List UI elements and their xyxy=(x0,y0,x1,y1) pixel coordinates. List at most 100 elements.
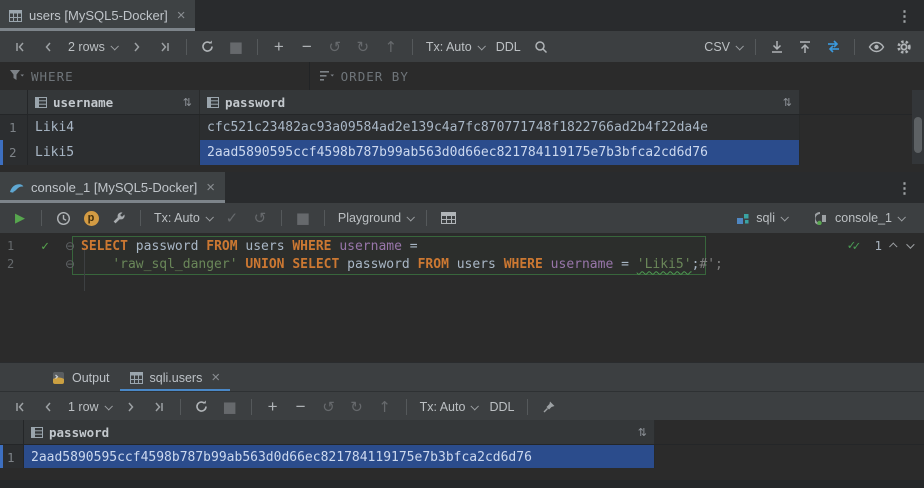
chevron-down-icon xyxy=(110,42,118,50)
sql-token: FROM xyxy=(206,239,237,254)
sql-token: 'raw_sql_danger' xyxy=(112,257,237,272)
row-count-select[interactable]: 1 row xyxy=(68,400,111,414)
revert-icon[interactable]: ↻ xyxy=(353,36,373,58)
settings-gear-icon[interactable] xyxy=(894,36,914,58)
submit-icon[interactable]: ↑ xyxy=(381,36,401,58)
import-upload-icon[interactable] xyxy=(795,36,815,58)
first-page-icon[interactable] xyxy=(10,396,30,418)
order-by-field[interactable]: ORDER BY xyxy=(310,69,419,84)
tab-output[interactable]: Output xyxy=(42,363,120,392)
first-page-icon[interactable] xyxy=(10,36,30,58)
undo-icon[interactable]: ↺ xyxy=(325,36,345,58)
close-icon[interactable]: × xyxy=(211,370,220,385)
table-row[interactable]: 2 Liki5 2aad5890595ccf4598b787b99ab563d0… xyxy=(0,140,924,165)
cell-password-selected[interactable]: 2aad5890595ccf4598b787b99ab563d0d66ec821… xyxy=(200,140,800,165)
cell-username[interactable]: Liki5 xyxy=(28,140,200,165)
ddl-button[interactable]: DDL xyxy=(496,40,521,54)
sql-line-2[interactable]: 2 ⊖ 'raw_sql_danger' UNION SELECT passwo… xyxy=(0,255,723,273)
table-row[interactable]: 1 Liki4 cfc521c23482ac93a09584ad2e139c4a… xyxy=(0,115,924,140)
rollback-icon[interactable]: ↺ xyxy=(250,207,270,229)
more-options-icon[interactable]: ⋮ xyxy=(885,179,924,197)
playground-mode-select[interactable]: Playground xyxy=(338,211,413,225)
session-select[interactable]: console_1 xyxy=(815,211,904,225)
fold-marker-icon[interactable]: ⊖ xyxy=(59,257,81,271)
tab-console-1[interactable]: console_1 [MySQL5-Docker] × xyxy=(0,172,225,203)
undo-icon[interactable]: ↺ xyxy=(319,396,339,418)
delete-row-icon[interactable]: − xyxy=(297,36,317,58)
sql-token: WHERE xyxy=(504,257,543,272)
refresh-icon[interactable] xyxy=(192,396,212,418)
bottom-result-grid: password ⇅ 1 2aad5890595ccf4598b787b99ab… xyxy=(0,420,924,468)
stop-icon[interactable]: ■ xyxy=(293,207,313,229)
previous-page-icon[interactable] xyxy=(38,396,58,418)
add-row-icon[interactable]: + xyxy=(263,396,283,418)
sort-toggle-icon[interactable]: ⇅ xyxy=(638,426,647,439)
fold-marker-icon[interactable]: ⊖ xyxy=(59,239,81,253)
commit-check-icon[interactable]: ✓ xyxy=(222,207,242,229)
view-options-eye-icon[interactable] xyxy=(866,36,886,58)
next-page-icon[interactable] xyxy=(127,36,147,58)
next-result-icon[interactable] xyxy=(906,240,914,248)
next-page-icon[interactable] xyxy=(121,396,141,418)
stop-icon[interactable]: ■ xyxy=(220,396,240,418)
more-options-icon[interactable]: ⋮ xyxy=(885,7,924,25)
tx-mode-select[interactable]: Tx: Auto xyxy=(420,400,478,414)
session-icon xyxy=(815,212,829,225)
chevron-down-icon xyxy=(205,213,213,221)
execute-play-icon[interactable]: ▶ xyxy=(10,207,30,229)
search-icon[interactable] xyxy=(531,36,551,58)
tx-mode-select[interactable]: Tx: Auto xyxy=(154,211,212,225)
export-download-icon[interactable] xyxy=(767,36,787,58)
stop-icon[interactable]: ■ xyxy=(226,36,246,58)
sort-lines-icon xyxy=(320,70,334,82)
sort-toggle-icon[interactable]: ⇅ xyxy=(183,96,192,109)
tx-mode-select[interactable]: Tx: Auto xyxy=(426,40,484,54)
inspection-widget[interactable]: ✓✓ 1 xyxy=(847,238,912,253)
row-filler xyxy=(800,140,924,165)
scrollbar-thumb[interactable] xyxy=(914,117,922,153)
sql-editor[interactable]: 1 ✓ ⊖ SELECT password FROM users WHERE u… xyxy=(0,233,924,362)
previous-page-icon[interactable] xyxy=(38,36,58,58)
tab-sqli-users-result[interactable]: sqli.users × xyxy=(120,363,231,392)
wrench-settings-icon[interactable] xyxy=(109,207,129,229)
result-view-table-icon[interactable] xyxy=(438,207,458,229)
previous-result-icon[interactable] xyxy=(889,242,897,250)
vertical-scrollbar[interactable] xyxy=(912,90,924,164)
cell-username[interactable]: Liki4 xyxy=(28,115,200,140)
sql-line-1[interactable]: 1 ✓ ⊖ SELECT password FROM users WHERE u… xyxy=(0,237,418,255)
close-icon[interactable]: × xyxy=(177,8,186,23)
cell-password-selected[interactable]: 2aad5890595ccf4598b787b99ab563d0d66ec821… xyxy=(24,445,655,469)
top-editor-tabbar: users [MySQL5-Docker] × ⋮ xyxy=(0,0,924,32)
tab-users-table[interactable]: users [MySQL5-Docker] × xyxy=(0,0,195,31)
last-page-icon[interactable] xyxy=(155,36,175,58)
table-row[interactable]: 1 2aad5890595ccf4598b787b99ab563d0d66ec8… xyxy=(0,445,924,469)
schema-select[interactable]: sqli xyxy=(736,211,787,225)
row-count-select[interactable]: 2 rows xyxy=(68,40,117,54)
export-format-select[interactable]: CSV xyxy=(704,40,742,54)
column-header-username[interactable]: username ⇅ xyxy=(28,90,200,114)
sort-toggle-icon[interactable]: ⇅ xyxy=(783,96,792,109)
compare-icon[interactable] xyxy=(823,36,843,58)
refresh-icon[interactable] xyxy=(198,36,218,58)
submit-icon[interactable]: ↑ xyxy=(375,396,395,418)
cell-password[interactable]: cfc521c23482ac93a09584ad2e139c4a7fc87077… xyxy=(200,115,800,140)
column-header-password[interactable]: password ⇅ xyxy=(200,90,800,114)
close-icon[interactable]: × xyxy=(206,180,215,195)
tab-title: console_1 [MySQL5-Docker] xyxy=(31,180,197,195)
last-page-icon[interactable] xyxy=(149,396,169,418)
column-header-password[interactable]: password ⇅ xyxy=(24,420,655,444)
toolbar-separator xyxy=(854,39,855,55)
delete-row-icon[interactable]: − xyxy=(291,396,311,418)
ddl-button[interactable]: DDL xyxy=(489,400,514,414)
console-tabbar: console_1 [MySQL5-Docker] × ⋮ xyxy=(0,172,924,204)
pin-tab-icon[interactable] xyxy=(539,396,559,418)
add-row-icon[interactable]: + xyxy=(269,36,289,58)
chevron-down-icon xyxy=(897,213,905,221)
sql-token-liki5: 'Liki5' xyxy=(637,257,692,272)
chevron-down-icon xyxy=(477,42,485,50)
where-filter-field[interactable]: WHERE xyxy=(0,69,84,84)
history-clock-icon[interactable] xyxy=(53,207,73,229)
parameters-badge-icon[interactable]: p xyxy=(81,207,101,229)
row-number: 2 xyxy=(0,140,28,165)
revert-icon[interactable]: ↻ xyxy=(347,396,367,418)
